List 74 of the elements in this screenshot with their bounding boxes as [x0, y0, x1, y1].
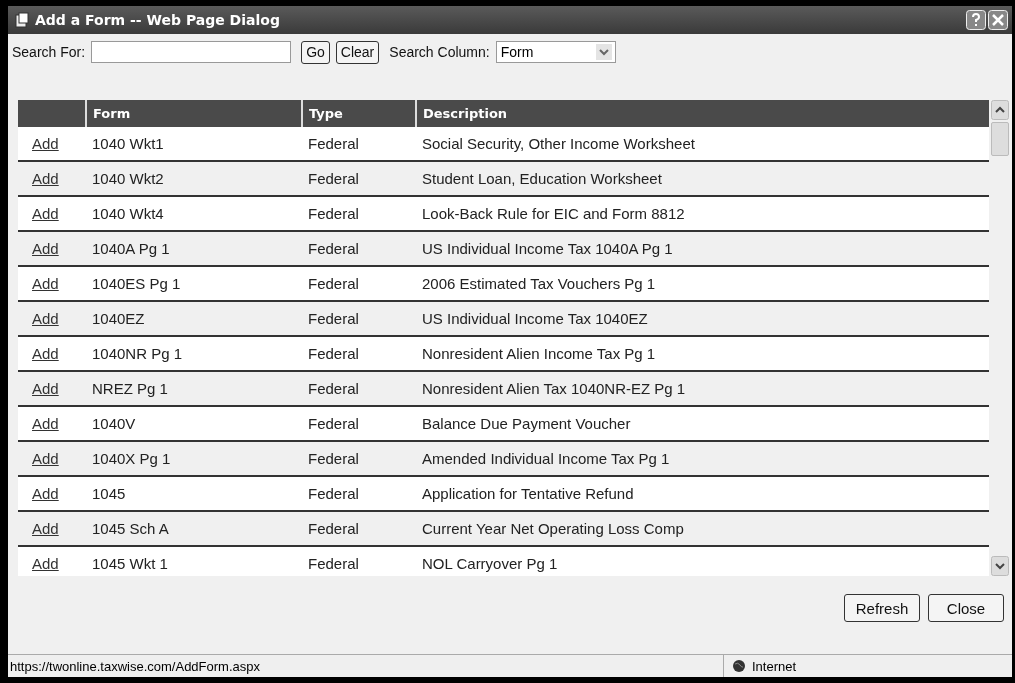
- add-link[interactable]: Add: [32, 170, 59, 187]
- form-cell: 1045 Wkt 1: [86, 546, 302, 576]
- add-link[interactable]: Add: [32, 520, 59, 537]
- type-cell: Federal: [302, 231, 416, 266]
- description-cell: NOL Carryover Pg 1: [416, 546, 989, 576]
- form-cell: 1040A Pg 1: [86, 231, 302, 266]
- type-cell: Federal: [302, 406, 416, 441]
- add-link[interactable]: Add: [32, 345, 59, 362]
- type-cell: Federal: [302, 371, 416, 406]
- form-cell: 1040ES Pg 1: [86, 266, 302, 301]
- scroll-down-icon[interactable]: [991, 556, 1009, 576]
- column-header: Form: [86, 100, 302, 127]
- column-header: [18, 100, 86, 127]
- help-icon[interactable]: [966, 10, 986, 30]
- description-cell: US Individual Income Tax 1040EZ: [416, 301, 989, 336]
- vertical-scrollbar[interactable]: [991, 100, 1009, 576]
- type-cell: Federal: [302, 301, 416, 336]
- add-link[interactable]: Add: [32, 275, 59, 292]
- search-field[interactable]: [91, 41, 292, 63]
- add-link[interactable]: Add: [32, 205, 59, 222]
- column-header: Description: [416, 100, 989, 127]
- description-cell: Balance Due Payment Voucher: [416, 406, 989, 441]
- search-column-dropdown[interactable]: Form: [495, 41, 616, 63]
- window-title: Add a Form -- Web Page Dialog: [35, 12, 281, 28]
- type-cell: Federal: [302, 511, 416, 546]
- type-cell: Federal: [302, 546, 416, 576]
- type-cell: Federal: [302, 161, 416, 196]
- type-cell: Federal: [302, 336, 416, 371]
- add-link[interactable]: Add: [32, 310, 59, 327]
- form-cell: 1040V: [86, 406, 302, 441]
- type-cell: Federal: [302, 127, 416, 161]
- type-cell: Federal: [302, 266, 416, 301]
- form-cell: 1040 Wkt1: [86, 127, 302, 161]
- description-cell: Application for Tentative Refund: [416, 476, 989, 511]
- form-cell: 1040NR Pg 1: [86, 336, 302, 371]
- page-icon: [14, 12, 30, 28]
- type-cell: Federal: [302, 476, 416, 511]
- scroll-thumb[interactable]: [991, 122, 1009, 156]
- add-link[interactable]: Add: [32, 415, 59, 432]
- add-link[interactable]: Add: [32, 135, 59, 152]
- zone-label: Internet: [752, 658, 797, 674]
- form-cell: 1040 Wkt2: [86, 161, 302, 196]
- description-cell: Nonresident Alien Income Tax Pg 1: [416, 336, 989, 371]
- close-icon[interactable]: [988, 10, 1008, 30]
- type-cell: Federal: [302, 196, 416, 231]
- description-cell: Look-Back Rule for EIC and Form 8812: [416, 196, 989, 231]
- description-cell: Social Security, Other Income Worksheet: [416, 127, 989, 161]
- add-link[interactable]: Add: [32, 380, 59, 397]
- add-link[interactable]: Add: [32, 485, 59, 502]
- form-cell: 1040EZ: [86, 301, 302, 336]
- add-link[interactable]: Add: [32, 240, 59, 257]
- description-cell: Student Loan, Education Worksheet: [416, 161, 989, 196]
- form-cell: 1045 Sch A: [86, 511, 302, 546]
- globe-icon: [732, 659, 746, 673]
- go-button[interactable]: Go: [301, 40, 330, 64]
- description-cell: Nonresident Alien Tax 1040NR-EZ Pg 1: [416, 371, 989, 406]
- status-url: https://twonline.taxwise.com/AddForm.aspx: [9, 658, 261, 674]
- form-cell: NREZ Pg 1: [86, 371, 302, 406]
- add-link[interactable]: Add: [32, 450, 59, 467]
- close-button[interactable]: Close: [928, 594, 1004, 622]
- scroll-up-icon[interactable]: [991, 100, 1009, 120]
- clear-button[interactable]: Clear: [335, 40, 380, 64]
- form-cell: 1040 Wkt4: [86, 196, 302, 231]
- description-cell: Current Year Net Operating Loss Comp: [416, 511, 989, 546]
- search-label: Search For:: [12, 44, 86, 60]
- description-cell: 2006 Estimated Tax Vouchers Pg 1: [416, 266, 989, 301]
- form-cell: 1040X Pg 1: [86, 441, 302, 476]
- description-cell: US Individual Income Tax 1040A Pg 1: [416, 231, 989, 266]
- type-cell: Federal: [302, 441, 416, 476]
- form-cell: 1045: [86, 476, 302, 511]
- search-column-label: Search Column:: [389, 44, 490, 60]
- column-header: Type: [302, 100, 416, 127]
- refresh-button[interactable]: Refresh: [844, 594, 920, 622]
- description-cell: Amended Individual Income Tax Pg 1: [416, 441, 989, 476]
